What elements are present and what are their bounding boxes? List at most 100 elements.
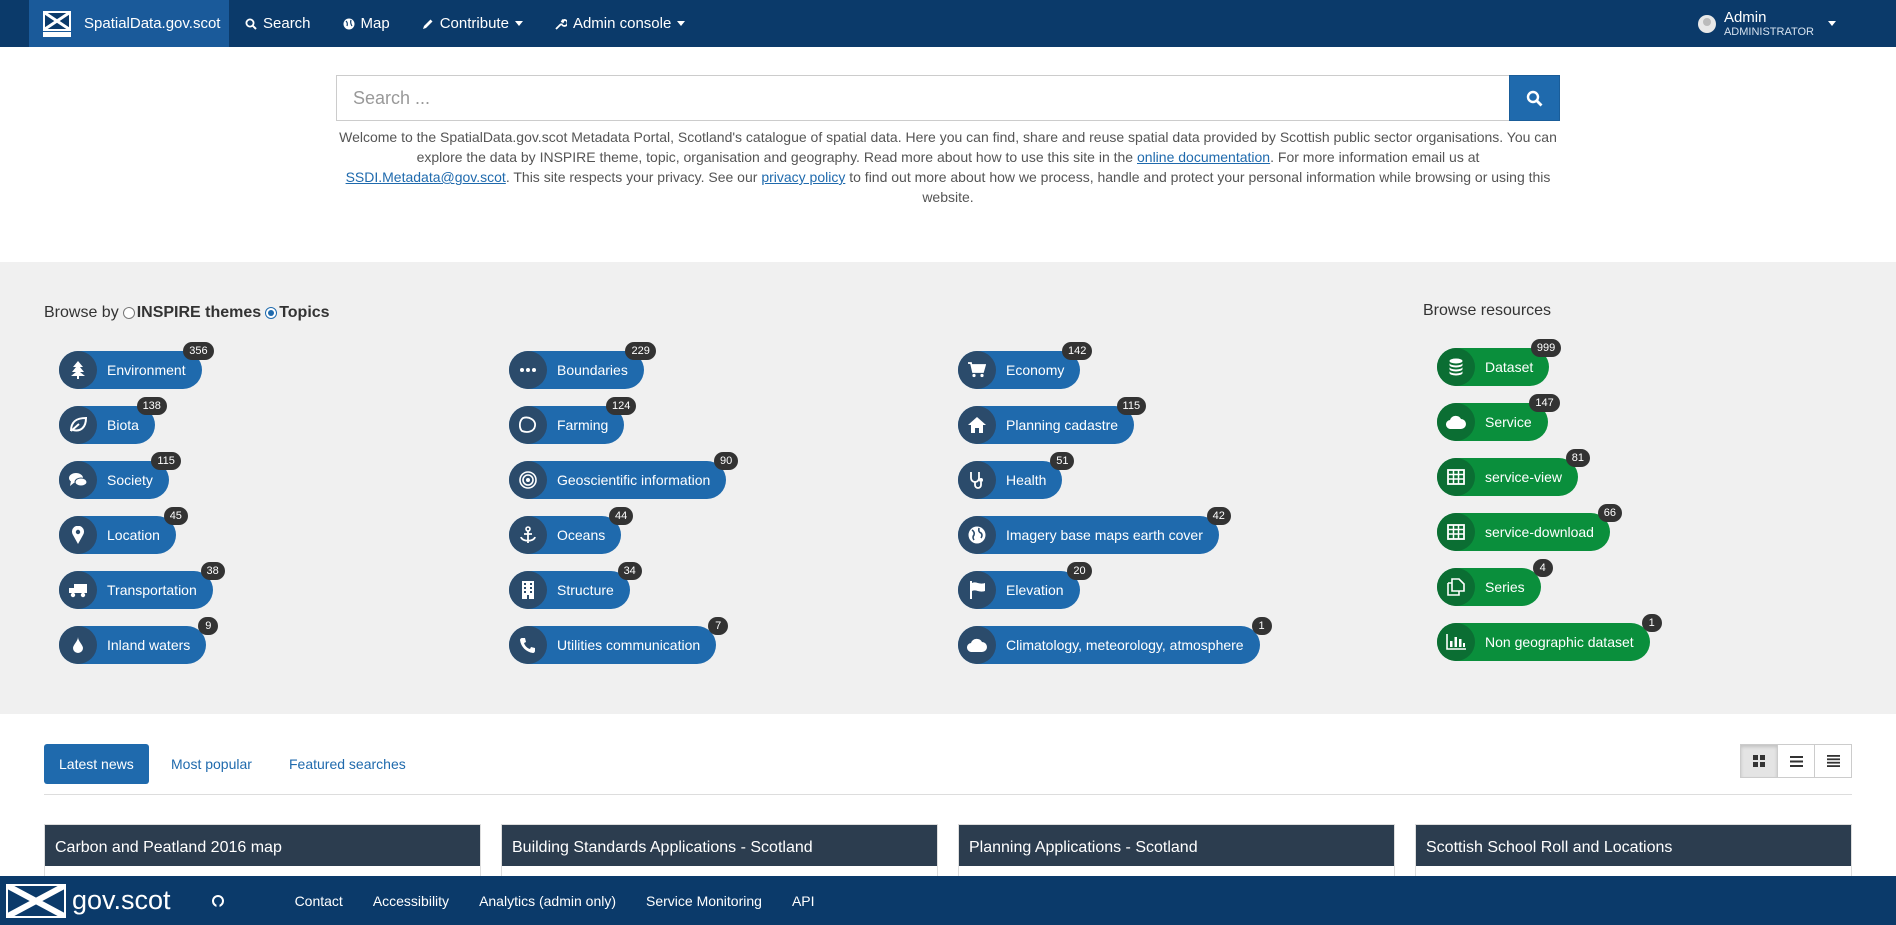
topic-label: Boundaries — [557, 362, 628, 378]
search-icon — [1526, 90, 1543, 106]
topic-label: Climatology, meteorology, atmosphere — [1006, 637, 1244, 653]
radio-inspire-themes[interactable] — [122, 307, 135, 319]
user-name: Admin — [1723, 8, 1767, 26]
topic-location[interactable]: Location 45 — [59, 507, 188, 554]
user-menu[interactable]: Admin ADMINISTRATOR — [1697, 0, 1836, 47]
footer-link-api[interactable]: API — [792, 893, 815, 909]
news-card-title[interactable]: Scottish School Roll and Locations — [1415, 824, 1852, 870]
topic-health[interactable]: Health 51 — [958, 452, 1075, 499]
count-badge: 66 — [1597, 504, 1622, 522]
table-grid-icon — [1437, 513, 1475, 551]
count-badge: 90 — [714, 452, 739, 470]
topic-label: Structure — [557, 582, 614, 598]
count-badge: 147 — [1529, 394, 1560, 412]
topic-label: Planning cadastre — [1006, 417, 1119, 433]
cloud-icon — [958, 626, 996, 664]
topic-label: Economy — [1006, 362, 1065, 378]
count-badge: 44 — [609, 507, 634, 525]
footer-link-analytics[interactable]: Analytics (admin only) — [479, 893, 616, 909]
email-link[interactable]: SSDI.Metadata@gov.scot — [346, 169, 506, 185]
copy-icon — [1437, 568, 1475, 606]
footer: gov.scot Contact Accessibility Analytics… — [0, 876, 1896, 925]
count-badge: 142 — [1062, 342, 1093, 360]
resource-series[interactable]: Series 4 — [1437, 559, 1553, 606]
tab-latest-news[interactable]: Latest news — [44, 744, 149, 784]
resource-service[interactable]: Service 147 — [1437, 394, 1560, 441]
footer-link-contact[interactable]: Contact — [295, 893, 343, 909]
topic-planning-cadastre[interactable]: Planning cadastre 115 — [958, 397, 1147, 444]
wrench-icon — [555, 18, 567, 30]
news-card-body — [1415, 866, 1852, 876]
nav-search[interactable]: Search — [229, 0, 327, 47]
topic-economy[interactable]: Economy 142 — [958, 342, 1093, 389]
nav-map-label: Map — [360, 15, 390, 32]
topics-label[interactable]: Topics — [279, 304, 329, 322]
comments-icon — [59, 461, 97, 499]
tab-most-popular[interactable]: Most popular — [156, 744, 267, 784]
water-drop-icon — [59, 626, 97, 664]
topic-oceans[interactable]: Oceans 44 — [509, 507, 634, 554]
top-navbar: SpatialData.gov.scot Search Map Contribu… — [0, 0, 1896, 47]
govscot-logo[interactable]: gov.scot — [6, 883, 171, 918]
topic-climatology-meteorology-atmosphere[interactable]: Climatology, meteorology, atmosphere 1 — [958, 617, 1272, 664]
news-card-title[interactable]: Planning Applications - Scotland — [958, 824, 1395, 870]
topic-society[interactable]: Society 115 — [59, 452, 181, 499]
chevron-down-icon — [1828, 21, 1836, 26]
compact-view-button[interactable] — [1814, 744, 1852, 778]
github-icon[interactable] — [211, 894, 225, 908]
target-icon — [509, 461, 547, 499]
stethoscope-icon — [958, 461, 996, 499]
topic-elevation[interactable]: Elevation 20 — [958, 562, 1092, 609]
nav-contribute[interactable]: Contribute — [406, 0, 539, 47]
topic-inland-waters[interactable]: Inland waters 9 — [59, 617, 219, 664]
topic-transportation[interactable]: Transportation 38 — [59, 562, 225, 609]
news-card-title[interactable]: Carbon and Peatland 2016 map — [44, 824, 481, 870]
brand-link[interactable]: SpatialData.gov.scot — [29, 0, 229, 47]
topic-utilities-communication[interactable]: Utilities communication 7 — [509, 617, 729, 664]
topic-environment[interactable]: Environment 356 — [59, 342, 214, 389]
topic-structure[interactable]: Structure 34 — [509, 562, 642, 609]
topic-boundaries[interactable]: Boundaries 229 — [509, 342, 656, 389]
building-icon — [509, 571, 547, 609]
topic-label: Environment — [107, 362, 186, 378]
count-badge: 115 — [151, 452, 181, 470]
topic-label: Society — [107, 472, 153, 488]
search-bar — [336, 75, 1560, 121]
count-badge: 115 — [1116, 397, 1147, 415]
resource-label: Dataset — [1485, 359, 1534, 375]
nav-map[interactable]: Map — [327, 0, 406, 47]
topic-label: Imagery base maps earth cover — [1006, 527, 1203, 543]
inspire-themes-label[interactable]: INSPIRE themes — [137, 304, 261, 322]
view-mode-buttons — [1740, 744, 1852, 778]
truck-icon — [59, 571, 97, 609]
topic-label: Elevation — [1006, 582, 1064, 598]
news-card-title[interactable]: Building Standards Applications - Scotla… — [501, 824, 938, 870]
search-button[interactable] — [1509, 75, 1560, 121]
radio-topics[interactable] — [265, 307, 278, 319]
footer-link-service-monitoring[interactable]: Service Monitoring — [646, 893, 762, 909]
topic-geoscientific-information[interactable]: Geoscientific information 90 — [509, 452, 739, 499]
resource-dataset[interactable]: Dataset 999 — [1437, 339, 1562, 386]
list-view-button[interactable] — [1777, 744, 1815, 778]
topic-biota[interactable]: Biota 138 — [59, 397, 167, 444]
brand-label: SpatialData.gov.scot — [84, 15, 221, 32]
database-icon — [1437, 348, 1475, 386]
chevron-down-icon — [677, 21, 686, 26]
privacy-policy-link[interactable]: privacy policy — [761, 169, 845, 185]
online-documentation-link[interactable]: online documentation — [1137, 149, 1270, 165]
nav-admin-console[interactable]: Admin console — [539, 0, 701, 47]
resource-service-view[interactable]: service-view 81 — [1437, 449, 1591, 496]
tab-featured-searches[interactable]: Featured searches — [274, 744, 421, 784]
topic-farming[interactable]: Farming 124 — [509, 397, 637, 444]
search-input[interactable] — [336, 75, 1509, 121]
search-icon — [245, 18, 257, 30]
footer-link-accessibility[interactable]: Accessibility — [373, 893, 449, 909]
footer-links: Contact Accessibility Analytics (admin o… — [295, 893, 845, 909]
grid-view-button[interactable] — [1740, 744, 1778, 778]
saltire-logo-icon — [6, 883, 66, 918]
grid-icon — [1753, 755, 1765, 767]
home-icon — [958, 406, 996, 444]
resource-service-download[interactable]: service-download 66 — [1437, 504, 1622, 551]
topic-imagery-base-maps-earth-cover[interactable]: Imagery base maps earth cover 42 — [958, 507, 1231, 554]
resource-non-geographic-dataset[interactable]: Non geographic dataset 1 — [1437, 614, 1662, 661]
